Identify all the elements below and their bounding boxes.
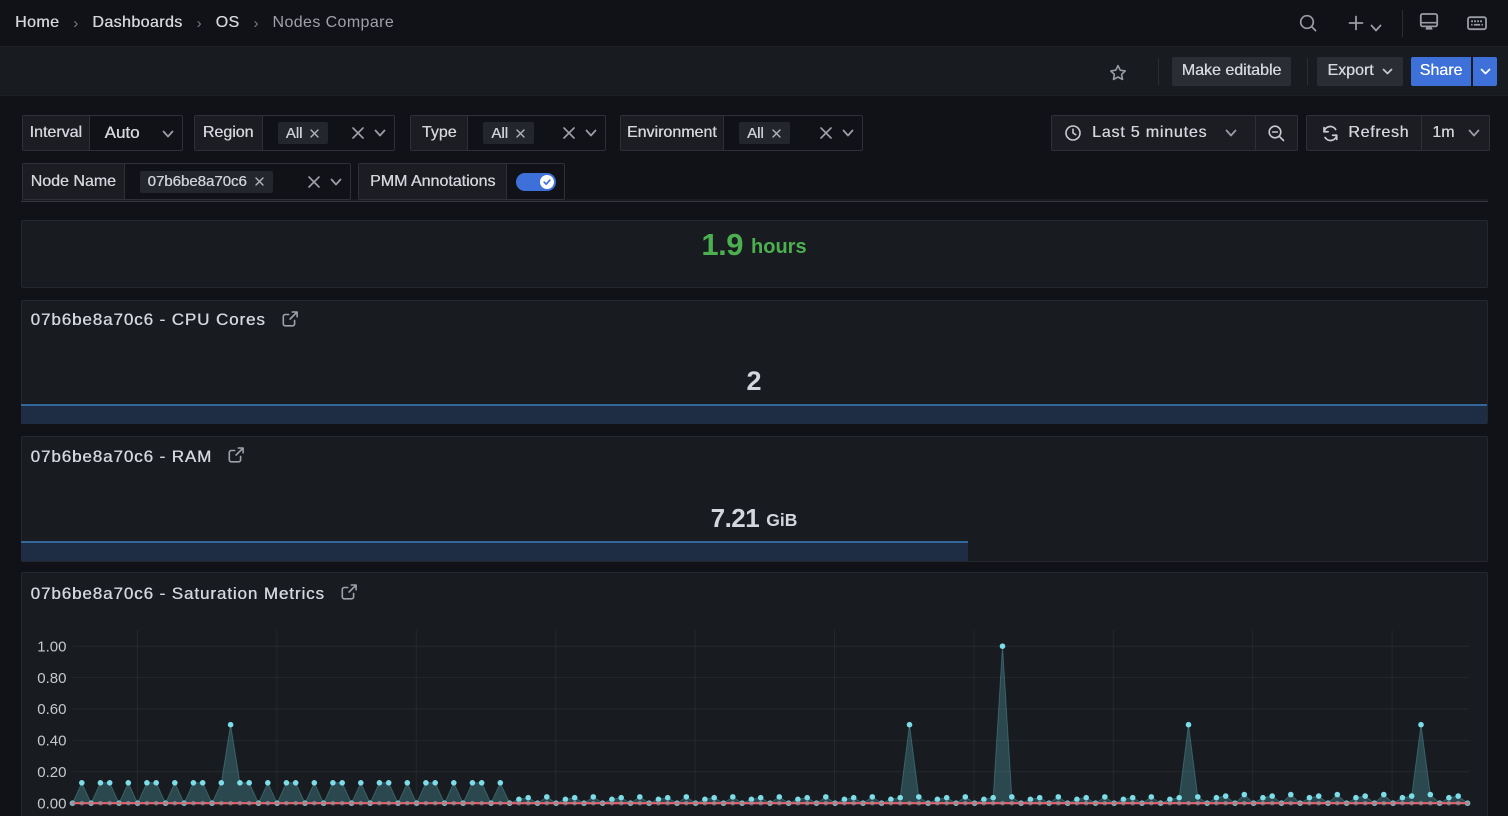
svg-text:0.60: 0.60 bbox=[37, 701, 66, 718]
svg-text:0.80: 0.80 bbox=[37, 669, 66, 686]
svg-text:0.00: 0.00 bbox=[37, 795, 66, 812]
svg-text:0.40: 0.40 bbox=[37, 732, 66, 749]
svg-text:0.20: 0.20 bbox=[37, 764, 66, 781]
svg-text:1.00: 1.00 bbox=[37, 638, 66, 655]
